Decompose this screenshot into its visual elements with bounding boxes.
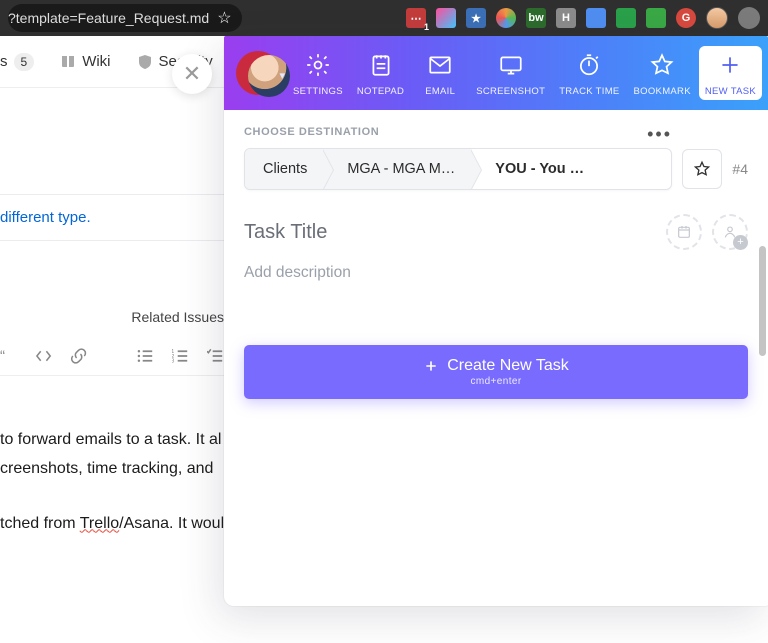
extension-icon[interactable] — [586, 8, 606, 28]
breadcrumb[interactable]: Clients MGA - MGA M… YOU - You … — [244, 148, 672, 190]
header-label: NOTEPAD — [357, 86, 404, 97]
svg-text:3: 3 — [172, 359, 174, 365]
panel-header: ▾ SETTINGS NOTEPAD EMAIL SCREENSHOT TRAC… — [224, 36, 768, 110]
assignee-button[interactable] — [712, 214, 748, 250]
extension-icon[interactable] — [436, 8, 456, 28]
task-number: #4 — [732, 161, 748, 177]
header-settings[interactable]: SETTINGS — [287, 48, 349, 99]
header-label: SETTINGS — [293, 86, 343, 97]
notepad-icon — [368, 52, 394, 78]
svg-text:“: “ — [0, 348, 5, 365]
close-button[interactable]: ✕ — [172, 54, 212, 94]
header-bookmark[interactable]: BOOKMARK — [628, 48, 697, 99]
task-description-input[interactable] — [244, 264, 748, 312]
header-label: NEW TASK — [705, 86, 756, 97]
email-icon — [427, 52, 453, 78]
book-icon — [60, 54, 76, 70]
create-task-button[interactable]: Create New Task cmd+enter — [244, 345, 748, 399]
header-tracktime[interactable]: TRACK TIME — [553, 48, 625, 99]
plus-icon — [423, 358, 439, 374]
header-label: BOOKMARK — [634, 86, 691, 97]
browser-menu-icon[interactable] — [738, 7, 760, 29]
url-text: ?template=Feature_Request.md — [8, 10, 209, 26]
quote-icon[interactable]: “ — [0, 347, 17, 365]
extension-icon[interactable] — [496, 8, 516, 28]
numbered-list-icon[interactable]: 123 — [172, 347, 189, 365]
favorite-button[interactable] — [682, 149, 722, 189]
screenshot-icon — [498, 52, 524, 78]
body-line: tched from — [0, 515, 80, 532]
tab-wiki[interactable]: Wiki — [60, 53, 110, 70]
extension-icon[interactable]: ⋯ — [406, 8, 426, 28]
editor-toolbar: “ 123 — [0, 337, 224, 376]
star-icon — [649, 52, 675, 78]
create-label: Create New Task — [447, 357, 569, 375]
extension-icon[interactable]: bw — [526, 8, 546, 28]
due-date-button[interactable] — [666, 214, 702, 250]
extension-icon[interactable]: H — [556, 8, 576, 28]
header-email[interactable]: EMAIL — [412, 48, 468, 99]
bookmark-star-icon[interactable]: ☆ — [217, 8, 231, 28]
create-sublabel: cmd+enter — [470, 376, 521, 387]
url-bar[interactable]: ?template=Feature_Request.md ☆ — [8, 4, 242, 32]
stopwatch-icon — [576, 52, 602, 78]
gear-icon — [305, 52, 331, 78]
breadcrumb-item[interactable]: Clients — [245, 149, 323, 189]
header-screenshot[interactable]: SCREENSHOT — [470, 48, 551, 99]
header-newtask[interactable]: NEW TASK — [699, 46, 762, 100]
breadcrumb-item-active[interactable]: YOU - You … — [471, 149, 600, 189]
task-title-input[interactable] — [244, 221, 656, 244]
browser-toolbar: ?template=Feature_Request.md ☆ ⋯ ★ bw H … — [0, 0, 768, 36]
header-label: SCREENSHOT — [476, 86, 545, 97]
task-list-icon[interactable] — [207, 347, 224, 365]
body-line: creenshots, time tracking, and — [0, 460, 213, 477]
profile-avatar-icon[interactable] — [706, 7, 728, 29]
link-icon[interactable] — [70, 347, 87, 365]
spellcheck-word: Trello — [80, 515, 119, 532]
related-issues-label: Related Issues — [0, 297, 224, 337]
body-line: to forward emails to a task. It al — [0, 431, 221, 448]
tab-label: Wiki — [82, 53, 110, 70]
person-icon — [722, 224, 738, 240]
workspace-avatar[interactable]: ▾ — [232, 47, 279, 99]
extension-icon[interactable]: ★ — [466, 8, 486, 28]
star-icon — [693, 160, 711, 178]
breadcrumb-item[interactable]: MGA - MGA M… — [323, 149, 471, 189]
destination-row: Clients MGA - MGA M… YOU - You … #4 — [244, 148, 748, 190]
code-icon[interactable] — [35, 347, 52, 365]
scrollbar-thumb[interactable] — [759, 246, 766, 356]
panel-body: CHOOSE DESTINATION ••• Clients MGA - MGA… — [224, 110, 768, 606]
extension-icons: ⋯ ★ bw H G — [406, 7, 760, 29]
tab-count: 5 — [14, 53, 35, 71]
plus-icon — [717, 52, 743, 78]
extension-icon[interactable] — [616, 8, 636, 28]
extension-panel: ✕ ▾ SETTINGS NOTEPAD EMAIL SCREENSHOT TR… — [224, 36, 768, 606]
shield-icon — [137, 54, 153, 70]
title-row — [244, 214, 748, 250]
extension-icon[interactable]: G — [676, 8, 696, 28]
tab-item[interactable]: s 5 — [0, 53, 34, 71]
extension-icon[interactable] — [646, 8, 666, 28]
header-notepad[interactable]: NOTEPAD — [351, 48, 410, 99]
chevron-down-icon: ▾ — [279, 69, 285, 82]
choose-destination-label: CHOOSE DESTINATION — [244, 126, 748, 138]
more-options-icon[interactable]: ••• — [647, 124, 672, 145]
header-label: TRACK TIME — [559, 86, 619, 97]
bullet-list-icon[interactable] — [137, 347, 154, 365]
header-label: EMAIL — [418, 86, 462, 97]
calendar-icon — [676, 224, 692, 240]
